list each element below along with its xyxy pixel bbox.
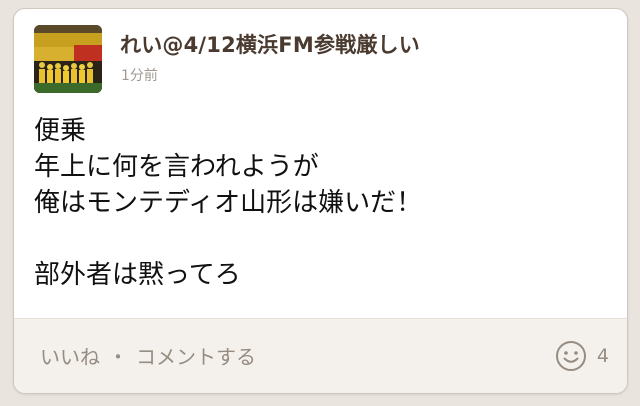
action-separator: ・ — [108, 345, 128, 369]
comment-button[interactable]: コメントする — [136, 341, 256, 370]
post-footer: いいね・コメントする 4 — [14, 318, 627, 393]
like-count: 4 — [596, 345, 609, 367]
reaction-count[interactable]: 4 — [555, 339, 609, 373]
user-name[interactable]: れい@4/12横浜FM参戦厳しい — [120, 29, 420, 59]
post-body: 便乗 年上に何を言われようが 俺はモンテディオ山形は嫌いだ！ 部外者は黙ってろ — [34, 113, 607, 293]
like-button[interactable]: いいね — [40, 341, 100, 370]
post-timestamp: 1分前 — [121, 68, 158, 84]
post-blank-line — [34, 221, 607, 257]
post-line: 年上に何を言われようが — [34, 152, 319, 182]
post-line: 部外者は黙ってろ — [34, 260, 241, 290]
post-line: 便乗 — [34, 116, 87, 146]
post-actions: いいね・コメントする — [40, 341, 256, 370]
post-line: 俺はモンテディオ山形は嫌いだ！ — [34, 188, 423, 218]
post-header: れい@4/12横浜FM参戦厳しい 1分前 — [34, 25, 607, 95]
avatar[interactable] — [34, 25, 102, 93]
smile-icon[interactable] — [555, 340, 587, 372]
avatar-image — [34, 25, 102, 93]
post-card: れい@4/12横浜FM参戦厳しい 1分前 便乗 年上に何を言われようが 俺はモン… — [13, 8, 628, 394]
